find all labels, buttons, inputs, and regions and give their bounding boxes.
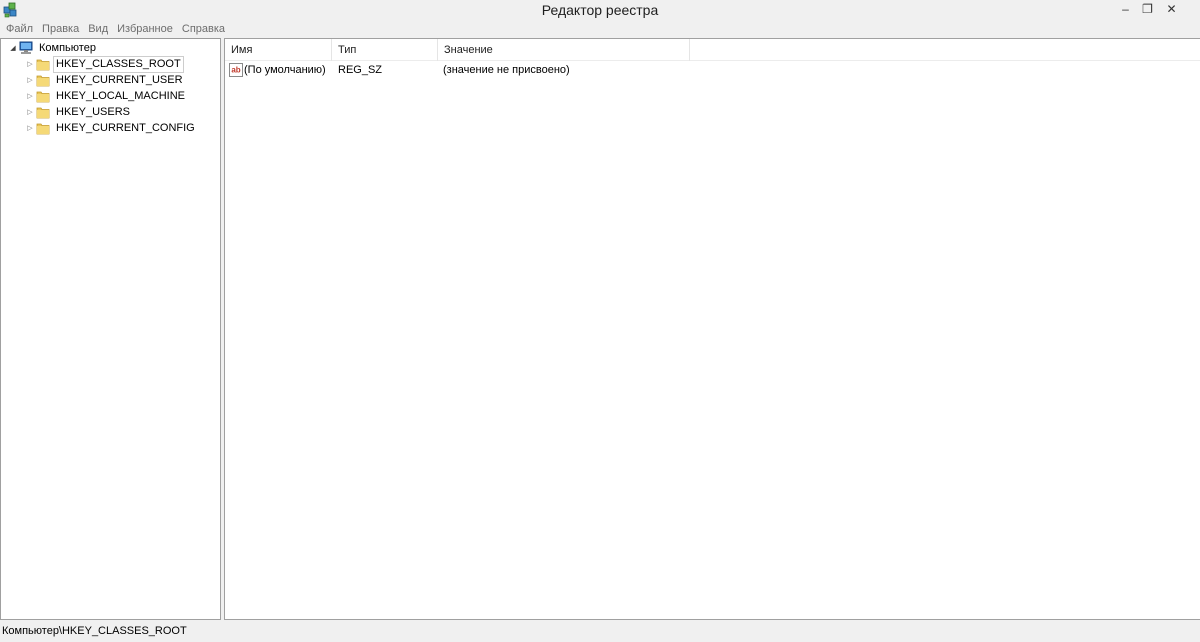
menu-favorites[interactable]: Избранное [113, 20, 178, 38]
expand-arrow-icon[interactable]: ▷ [25, 88, 35, 104]
title-bar: Редактор реестра – ❐ ✕ [0, 0, 1200, 20]
value-type-cell: REG_SZ [338, 64, 383, 76]
menu-bar: Файл Правка Вид Избранное Справка [0, 20, 1200, 38]
string-value-ab-icon: ab [229, 63, 243, 77]
folder-icon [36, 59, 50, 71]
restore-button[interactable]: ❐ [1134, 0, 1161, 18]
value-name-cell: ab (По умолчанию) [225, 63, 332, 77]
value-data-cell: (значение не присвоено) [443, 64, 570, 76]
column-header-name[interactable]: Имя [225, 39, 332, 61]
value-name-text: (По умолчанию) [244, 64, 326, 76]
status-bar-path: Компьютер\HKEY_CLASSES_ROOT [0, 620, 1200, 640]
folder-icon [36, 123, 50, 135]
menu-view[interactable]: Вид [84, 20, 113, 38]
list-item[interactable]: ab (По умолчанию) REG_SZ (значение не пр… [225, 61, 1200, 79]
tree-node-hkey-local-machine[interactable]: ▷ HKEY_LOCAL_MACHINE [25, 88, 188, 104]
values-list-pane[interactable]: Имя Тип Значение ab (По умолчанию) REG_S… [224, 38, 1200, 620]
tree-node-label: HKEY_LOCAL_MACHINE [56, 89, 185, 102]
menu-help[interactable]: Справка [178, 20, 230, 38]
tree-node-hkey-users[interactable]: ▷ HKEY_USERS [25, 104, 133, 120]
key-tree-pane[interactable]: ◢ Компьютер ▷ HKEY_CLASSES_ROOT ▷ HKEY_C… [0, 38, 221, 620]
column-header-type[interactable]: Тип [332, 39, 438, 61]
menu-edit[interactable]: Правка [38, 20, 84, 38]
expand-arrow-icon[interactable]: ▷ [25, 120, 35, 136]
tree-node-hkey-classes-root[interactable]: ▷ HKEY_CLASSES_ROOT [25, 55, 184, 73]
expand-arrow-icon[interactable]: ▷ [25, 104, 35, 120]
tree-node-label: HKEY_CURRENT_CONFIG [56, 121, 195, 134]
tree-node-label: HKEY_CURRENT_USER [56, 73, 183, 86]
expand-arrow-icon[interactable]: ▷ [25, 72, 35, 88]
tree-node-hkey-current-user[interactable]: ▷ HKEY_CURRENT_USER [25, 72, 186, 88]
tree-node-label: HKEY_CLASSES_ROOT [53, 55, 184, 73]
tree-node-label: HKEY_USERS [56, 105, 130, 118]
window-title: Редактор реестра [541, 2, 659, 18]
folder-icon [36, 91, 50, 103]
list-header: Имя Тип Значение [225, 39, 1200, 61]
menu-file[interactable]: Файл [2, 20, 38, 38]
tree-node-label: Компьютер [39, 41, 96, 54]
computer-icon [19, 41, 33, 54]
folder-icon [36, 107, 50, 119]
tree-node-computer[interactable]: ◢ Компьютер [8, 40, 99, 56]
folder-icon [36, 75, 50, 87]
svg-text:ab: ab [231, 66, 240, 75]
column-header-value[interactable]: Значение [438, 39, 690, 61]
close-button[interactable]: ✕ [1158, 0, 1185, 18]
expand-arrow-icon[interactable]: ▷ [25, 56, 35, 72]
tree-node-hkey-current-config[interactable]: ▷ HKEY_CURRENT_CONFIG [25, 120, 198, 136]
collapse-arrow-icon[interactable]: ◢ [8, 40, 18, 56]
